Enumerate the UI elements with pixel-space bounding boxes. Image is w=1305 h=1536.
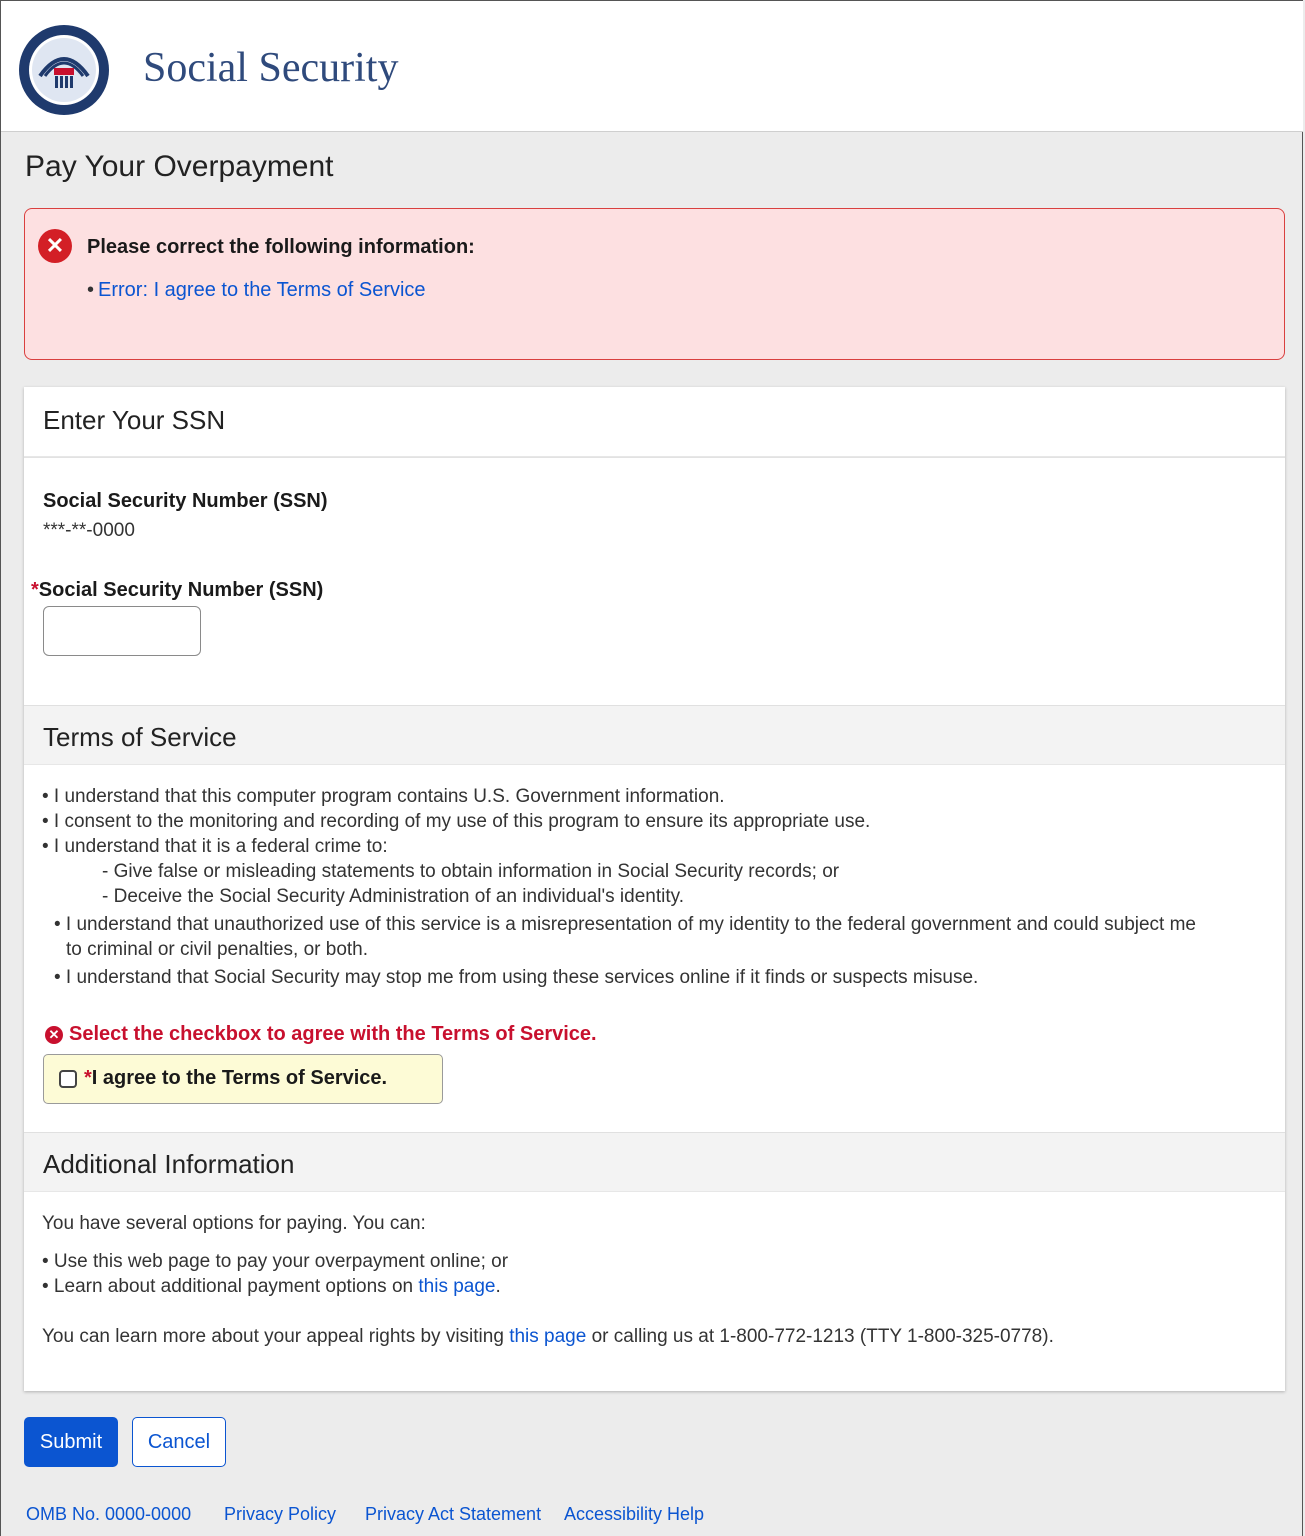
appeal-suffix: or calling us at 1-800-772-1213 (TTY 1-8… (586, 1326, 1054, 1347)
ssn-input-label: *Social Security Number (SSN) (31, 579, 323, 602)
agree-terms-label[interactable]: *I agree to the Terms of Service. (84, 1067, 387, 1090)
footer-accessibility-link[interactable]: Accessibility Help (564, 1504, 704, 1525)
site-brand[interactable]: Social Security (143, 44, 398, 92)
ssn-section-header: Enter Your SSN (24, 387, 1285, 457)
alert-error-link[interactable]: Error: I agree to the Terms of Service (98, 279, 426, 301)
agree-terms-box[interactable]: *I agree to the Terms of Service. (43, 1054, 443, 1104)
terms-line-continuation: to criminal or civil penalties, or both. (66, 939, 369, 960)
terms-line: • I understand that Social Security may … (54, 967, 979, 988)
ssa-seal-icon[interactable] (18, 24, 110, 116)
additional-bullet: • Learn about additional payment options… (42, 1276, 501, 1298)
footer-privacy-policy-link[interactable]: Privacy Policy (224, 1504, 336, 1525)
agree-terms-checkbox[interactable] (59, 1070, 77, 1088)
required-mark: * (84, 1067, 92, 1089)
footer-omb-link[interactable]: OMB No. 0000-0000 (26, 1504, 191, 1525)
site-header: Social Security (1, 0, 1303, 132)
terms-line: • I understand that it is a federal crim… (42, 836, 388, 857)
additional-section-header: Additional Information (24, 1132, 1285, 1192)
ssn-display-value: ***-**-0000 (43, 520, 135, 541)
divider (24, 457, 1285, 458)
bullet-suffix: . (495, 1276, 501, 1297)
agree-terms-label-text: I agree to the Terms of Service. (91, 1067, 388, 1089)
error-alert: ✕ Please correct the following informati… (24, 208, 1285, 360)
alert-bullet: • (87, 279, 95, 301)
page-title: Pay Your Overpayment (25, 150, 334, 183)
terms-section-header: Terms of Service (24, 705, 1285, 765)
additional-section-title: Additional Information (43, 1149, 295, 1179)
terms-section-title: Terms of Service (43, 722, 237, 752)
additional-intro: You have several options for paying. You… (42, 1213, 426, 1234)
required-mark: * (31, 579, 39, 601)
appeal-prefix: You can learn more about your appeal rig… (42, 1326, 510, 1347)
terms-line: • I consent to the monitoring and record… (42, 811, 871, 832)
terms-subline: - Deceive the Social Security Administra… (102, 886, 685, 907)
error-small-icon: ✕ (45, 1026, 63, 1044)
payment-options-link[interactable]: this page (418, 1276, 495, 1297)
footer-privacy-act-link[interactable]: Privacy Act Statement (365, 1504, 541, 1525)
appeal-rights-link[interactable]: this page (509, 1326, 586, 1347)
submit-button[interactable]: Submit (24, 1417, 118, 1467)
terms-error-text: Select the checkbox to agree with the Te… (69, 1023, 597, 1045)
terms-error-message: ✕ Select the checkbox to agree with the T… (45, 1023, 597, 1046)
ssn-display-label: Social Security Number (SSN) (43, 490, 328, 512)
cancel-button[interactable]: Cancel (132, 1417, 226, 1467)
ssn-input[interactable] (43, 606, 201, 656)
additional-bullet: • Use this web page to pay your overpaym… (42, 1251, 509, 1272)
alert-item: • Error: I agree to the Terms of Service (87, 279, 426, 302)
appeal-rights-text: You can learn more about your appeal rig… (42, 1326, 1054, 1348)
terms-list: • I understand that this computer progra… (42, 784, 1196, 990)
ssn-input-label-text: Social Security Number (SSN) (38, 579, 324, 601)
alert-title: Please correct the following information… (87, 236, 475, 258)
error-icon: ✕ (38, 229, 72, 263)
terms-subline: - Give false or misleading statements to… (102, 861, 840, 882)
ssn-section-title: Enter Your SSN (43, 405, 226, 435)
terms-line: • I understand that this computer progra… (42, 786, 725, 807)
terms-line: • I understand that unauthorized use of … (54, 914, 1197, 935)
form-card: Enter Your SSN Social Security Number (S… (24, 387, 1285, 1391)
bullet-text: • Learn about additional payment options… (42, 1276, 419, 1297)
